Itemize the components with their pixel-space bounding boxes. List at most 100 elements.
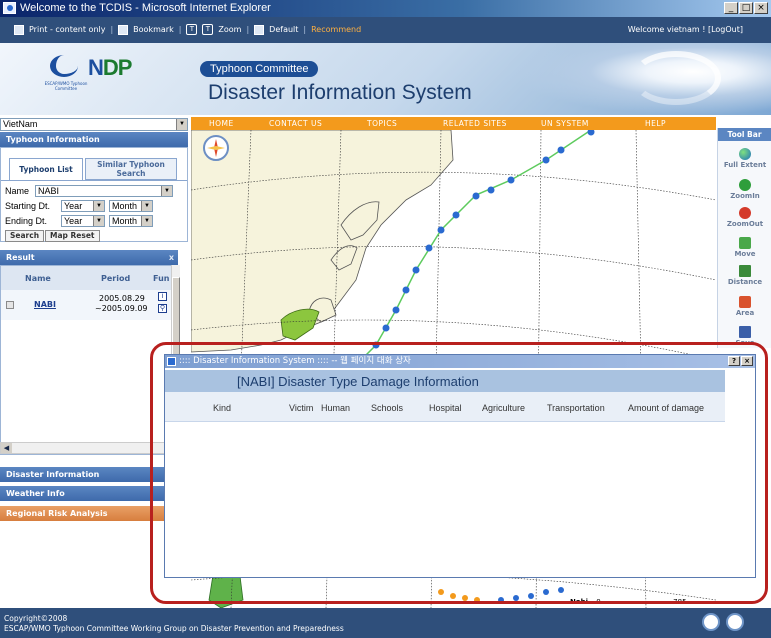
bookmark-icon[interactable] (118, 24, 129, 35)
table-row[interactable]: NABI 2005.08.29 ~2005.09.09 i ⚲ (1, 290, 177, 320)
zoom-out-button[interactable]: ZoomOut (718, 207, 771, 228)
nav-related-sites[interactable]: RELATED SITES (443, 119, 507, 128)
name-label: Name (5, 186, 30, 196)
map-toolbar: Tool Bar Full Extent ZoomIn ZoomOut Move… (717, 128, 771, 348)
end-year-select[interactable]: Year ▼ (61, 215, 105, 227)
chevron-down-icon[interactable]: ▼ (176, 119, 187, 130)
result-horizontal-scrollbar[interactable]: ◀ (0, 442, 170, 454)
dialog-close-button[interactable]: × (741, 356, 753, 366)
print-icon[interactable] (14, 24, 24, 35)
utility-bar: Print - content only | Bookmark | T T Zo… (0, 17, 771, 43)
maximize-button[interactable]: □ (739, 2, 753, 14)
result-close-icon[interactable]: x (169, 250, 174, 265)
zoom-in-text-icon[interactable]: T (186, 24, 198, 35)
column-header-name[interactable]: Name (25, 274, 51, 283)
typhoon-name-link[interactable]: NABI (34, 300, 56, 309)
recommend-link[interactable]: Recommend (311, 25, 361, 34)
column-agriculture: Agriculture (482, 403, 526, 413)
nav-home[interactable]: HOME (209, 119, 234, 128)
committee-label: Typhoon Committee (200, 61, 319, 77)
result-table-header: Name Period Fun (1, 266, 177, 290)
search-button[interactable]: Search (5, 230, 45, 242)
typhoon-search-panel: Typhoon List Similar Typhoon Search Name… (0, 147, 188, 242)
scroll-left-icon[interactable]: ◀ (1, 443, 12, 453)
move-button[interactable]: Move (718, 237, 771, 258)
home-icon[interactable] (254, 24, 265, 35)
zoom-out-icon (739, 207, 751, 219)
nav-contact-us[interactable]: CONTACT US (269, 119, 322, 128)
start-month-select[interactable]: Month ▼ (109, 200, 153, 212)
close-button[interactable]: × (754, 2, 768, 14)
country-select[interactable]: VietNam ▼ (0, 118, 188, 131)
chevron-down-icon[interactable]: ▼ (93, 201, 104, 211)
typhoon-satellite-image (511, 43, 771, 115)
copyright: Copyright©2008 (4, 614, 68, 623)
zoom-in-button[interactable]: ZoomIn (718, 179, 771, 200)
area-button[interactable]: Area (718, 296, 771, 317)
weather-info-section[interactable]: Weather Info (0, 486, 166, 501)
column-amount-of-damage: Amount of damage (628, 403, 705, 413)
column-transportation: Transportation (547, 403, 605, 413)
chevron-down-icon[interactable]: ▼ (93, 216, 104, 226)
save-button[interactable]: Save (718, 326, 771, 347)
damage-table-header: Kind Victim Human Schools Hospital Agric… (165, 392, 725, 422)
damage-header: [NABI] Disaster Type Damage Information (165, 370, 725, 392)
typhoon-name-select[interactable]: NABI ▼ (35, 185, 173, 197)
column-kind: Kind (213, 403, 232, 413)
full-extent-button[interactable]: Full Extent (718, 148, 771, 169)
nav-topics[interactable]: TOPICS (367, 119, 397, 128)
window-controls: _ □ × (724, 2, 768, 14)
compass-icon (203, 135, 229, 161)
dialog-help-button[interactable]: ? (728, 356, 740, 366)
main-navigation: HOME CONTACT US TOPICS RELATED SITES UN … (191, 117, 716, 130)
window-title-bar: Welcome to the TCDIS - Microsoft Interne… (0, 0, 771, 17)
column-hospital: Hospital (429, 403, 462, 413)
column-schools: Schools (371, 403, 404, 413)
nav-help[interactable]: HELP (645, 119, 666, 128)
bookmark-link[interactable]: Bookmark (133, 25, 174, 34)
nav-un-system[interactable]: UN SYSTEM (541, 119, 589, 128)
result-table: Name Period Fun NABI 2005.08.29 ~2005.09… (0, 265, 178, 455)
column-header-function: Fun (153, 274, 170, 283)
end-month-select[interactable]: Month ▼ (109, 215, 153, 227)
chevron-down-icon[interactable]: ▼ (161, 186, 172, 196)
start-year-select[interactable]: Year ▼ (61, 200, 105, 212)
tab-similar-typhoon-search[interactable]: Similar Typhoon Search (85, 158, 177, 180)
chevron-down-icon[interactable]: ▼ (141, 216, 152, 226)
site-footer: Copyright©2008 ESCAP/WMO Typhoon Committ… (0, 608, 771, 638)
zoom-out-text-icon[interactable]: T (202, 24, 214, 35)
default-link[interactable]: Default (269, 25, 298, 34)
map-reset-button[interactable]: Map Reset (45, 230, 100, 242)
tab-typhoon-list[interactable]: Typhoon List (9, 158, 83, 180)
info-icon[interactable]: i (158, 292, 167, 301)
regional-risk-analysis-section[interactable]: Regional Risk Analysis (0, 506, 166, 521)
globe-icon (739, 148, 751, 160)
welcome-logout[interactable]: Welcome vietnam ! [LogOut] (628, 25, 743, 34)
damage-title: [NABI] Disaster Type Damage Information (237, 374, 479, 389)
print-link[interactable]: Print - content only (29, 25, 105, 34)
wmo-logo-icon (726, 613, 744, 631)
zoom-in-icon (739, 179, 751, 191)
ending-date-label: Ending Dt. (5, 216, 48, 226)
left-panel: VietNam ▼ Typhoon Information Typhoon Li… (0, 115, 191, 608)
period-start: 2005.08.29 (99, 294, 145, 303)
dialog-title-bar: :::: Disaster Information System :::: --… (165, 355, 755, 368)
column-header-period[interactable]: Period (101, 274, 130, 283)
minimize-button[interactable]: _ (724, 2, 738, 14)
footer-organization: ESCAP/WMO Typhoon Committee Working Grou… (4, 624, 344, 633)
row-checkbox[interactable] (6, 301, 14, 309)
ruler-icon (739, 265, 751, 277)
distance-button[interactable]: Distance (718, 265, 771, 286)
move-icon (739, 237, 751, 249)
period-end: ~2005.09.09 (95, 304, 148, 313)
zoom-label: Zoom (218, 25, 242, 34)
ie-icon (167, 357, 176, 366)
floppy-icon (739, 326, 751, 338)
map-scale: Nabi 0 785 (570, 598, 687, 606)
typhoon-info-header[interactable]: Typhoon Information (0, 132, 188, 147)
search-icon[interactable]: ⚲ (158, 304, 167, 313)
chevron-down-icon[interactable]: ▼ (141, 201, 152, 211)
column-human: Human (321, 403, 351, 413)
disaster-information-section[interactable]: Disaster Information (0, 467, 166, 482)
page-title: Disaster Information System (208, 81, 472, 104)
